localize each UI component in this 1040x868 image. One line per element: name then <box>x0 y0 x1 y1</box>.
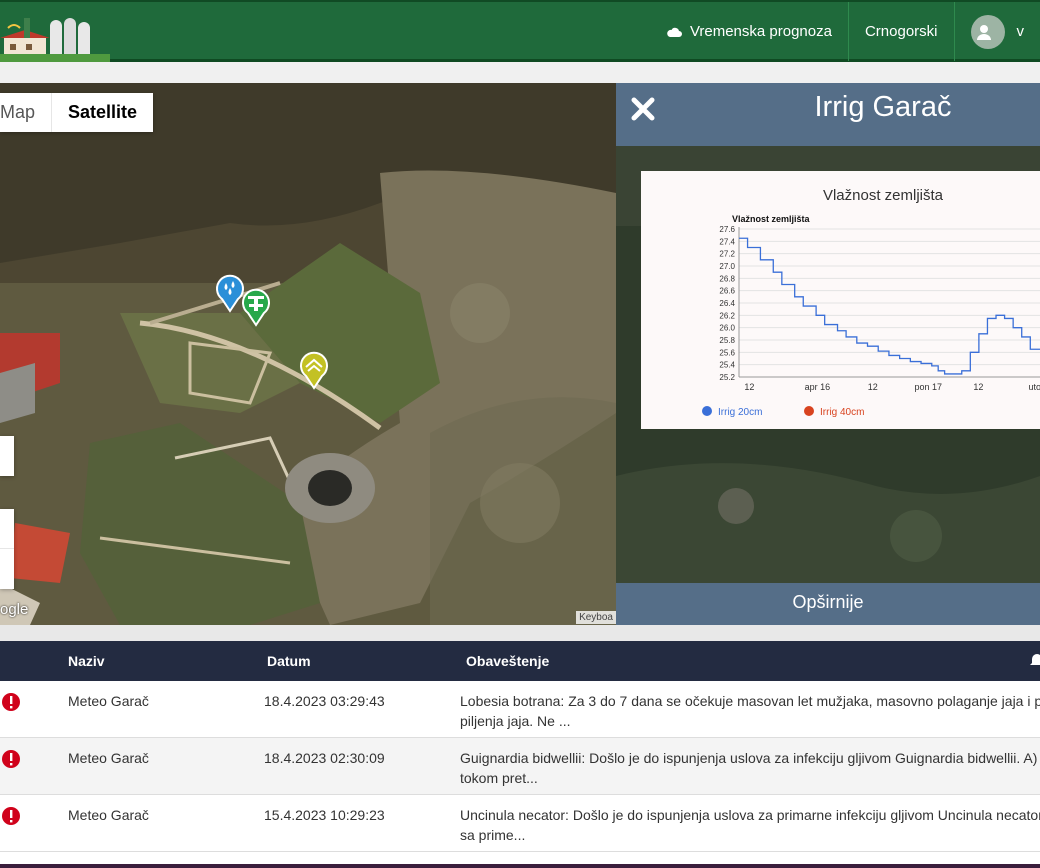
row-notice-line1: Uncinula necator: Došlo je do ispunjenja… <box>460 807 1040 823</box>
column-header-notice[interactable]: Obaveštenje <box>466 653 549 669</box>
row-notice-line1: Guignardia bidwellii: Došlo je do ispunj… <box>460 750 1038 766</box>
column-header-name[interactable]: Naziv <box>68 653 105 669</box>
y-tick-label: 25.4 <box>719 361 735 370</box>
table-header: Naziv Datum Obaveštenje <box>0 641 1040 681</box>
language-label: Crnogorski <box>864 23 938 40</box>
row-notice: Lobesia botrana: Za 3 do 7 dana se očeku… <box>460 691 1040 731</box>
map-type-toggle: Map Satellite <box>0 93 154 132</box>
x-tick-label: 12 <box>973 382 983 392</box>
row-name: Meteo Garač <box>68 807 149 823</box>
y-axis-label: Vlažnost zemljišta <box>732 214 811 224</box>
bell-icon[interactable] <box>1030 653 1040 669</box>
user-menu[interactable]: v <box>953 2 1040 61</box>
notifications-table: Naziv Datum Obaveštenje Meteo Garač 18.4… <box>0 641 1040 868</box>
table-row[interactable]: Meteo Garač 18.4.2023 02:30:09 Guignardi… <box>0 738 1040 795</box>
row-notice-line1: Lobesia botrana: Za 3 do 7 dana se očeku… <box>460 693 1040 709</box>
cloud-icon <box>667 27 682 37</box>
map-type-satellite-button[interactable]: Satellite <box>52 93 153 132</box>
user-name: v <box>1016 23 1025 40</box>
header-nav: Vremenska prognoza Crnogorski v <box>650 2 1040 61</box>
y-tick-label: 25.2 <box>719 373 735 382</box>
zoom-in-button[interactable] <box>0 509 14 549</box>
map-zoom-control[interactable] <box>0 509 14 589</box>
row-name: Meteo Garač <box>68 693 149 709</box>
x-tick-label: pon 17 <box>914 382 942 392</box>
y-tick-label: 27.4 <box>719 237 735 246</box>
alert-icon <box>2 750 20 768</box>
legend-label: Irrig 40cm <box>820 407 864 418</box>
satellite-map[interactable]: Map Satellite ogle Keyboa <box>0 83 616 625</box>
legend-label: Irrig 20cm <box>718 407 762 418</box>
row-notice: Uncinula necator: Došlo je do ispunjenja… <box>460 805 1040 845</box>
avatar <box>970 14 1005 49</box>
series-line-irrig-20cm <box>739 237 1040 375</box>
weather-forecast-link[interactable]: Vremenska prognoza <box>650 2 848 61</box>
table-row[interactable]: Meteo Garač 18.4.2023 03:29:43 Lobesia b… <box>0 681 1040 738</box>
y-tick-label: 25.6 <box>719 348 735 357</box>
footer-bar <box>0 864 1040 868</box>
more-details-button[interactable]: Opširnije <box>616 583 1040 625</box>
weather-station-marker-icon[interactable] <box>240 287 272 327</box>
legend-marker <box>702 406 712 416</box>
table-row[interactable]: Meteo Garač 15.4.2023 10:29:23 Uncinula … <box>0 795 1040 852</box>
weather-forecast-label: Vremenska prognoza <box>689 23 832 40</box>
y-tick-label: 27.0 <box>719 262 735 271</box>
soil-moisture-chart: Vlažnost zemljišta27.6 27.4 27.2 27.0 26.8 26… <box>702 214 1040 418</box>
header-spacer <box>0 62 1040 83</box>
row-date: 15.4.2023 10:29:23 <box>264 807 385 823</box>
y-tick-label: 26.8 <box>719 274 735 283</box>
y-tick-label: 26.0 <box>719 324 735 333</box>
panel-title: Irrig Garač <box>814 91 952 123</box>
row-date: 18.4.2023 02:30:09 <box>264 750 385 766</box>
panel-header: Irrig Garač <box>616 83 1040 146</box>
keyboard-shortcuts-link[interactable]: Keyboa <box>576 611 616 624</box>
farm-logo-icon[interactable] <box>0 8 110 62</box>
language-selector[interactable]: Crnogorski <box>847 2 954 61</box>
y-tick-label: 26.6 <box>719 287 735 296</box>
x-tick-label: 12 <box>744 382 754 392</box>
map-fullscreen-control[interactable] <box>0 436 14 476</box>
x-tick-label: 12 <box>868 382 878 392</box>
y-tick-label: 26.4 <box>719 299 735 308</box>
device-detail-panel: Irrig Garač Vlažnost zemljišta Vlažnost … <box>616 83 1040 625</box>
x-tick-label: apr 16 <box>805 382 831 392</box>
google-attribution: ogle <box>0 601 29 618</box>
column-header-date[interactable]: Datum <box>267 653 311 669</box>
app-root: Vremenska prognoza Crnogorski v Map Sate… <box>0 0 1040 868</box>
y-tick-label: 27.2 <box>719 250 735 259</box>
top-header: Vremenska prognoza Crnogorski v <box>0 0 1040 62</box>
alert-icon <box>2 693 20 711</box>
user-icon <box>976 24 991 40</box>
zoom-out-button[interactable] <box>0 549 14 589</box>
y-tick-label: 25.8 <box>719 336 735 345</box>
x-tick-label: uto 18 <box>1028 382 1040 392</box>
y-tick-label: 26.2 <box>719 311 735 320</box>
map-type-map-button[interactable]: Map <box>0 93 53 132</box>
soil-moisture-chart-card: Vlažnost zemljišta Vlažnost zemljišta 27.… <box>641 171 1040 429</box>
row-notice-line2: sa prime... <box>460 827 526 843</box>
row-notice-line2: piljenja jaja. Ne ... <box>460 713 571 729</box>
alert-icon <box>2 807 20 825</box>
irrigation-sensor-marker-icon[interactable] <box>298 350 330 390</box>
y-tick-label: 27.6 <box>719 225 735 234</box>
row-notice-line2: tokom pret... <box>460 770 538 786</box>
row-date: 18.4.2023 03:29:43 <box>264 693 385 709</box>
row-notice: Guignardia bidwellii: Došlo je do ispunj… <box>460 748 1040 788</box>
legend-marker <box>804 406 814 416</box>
row-name: Meteo Garač <box>68 750 149 766</box>
